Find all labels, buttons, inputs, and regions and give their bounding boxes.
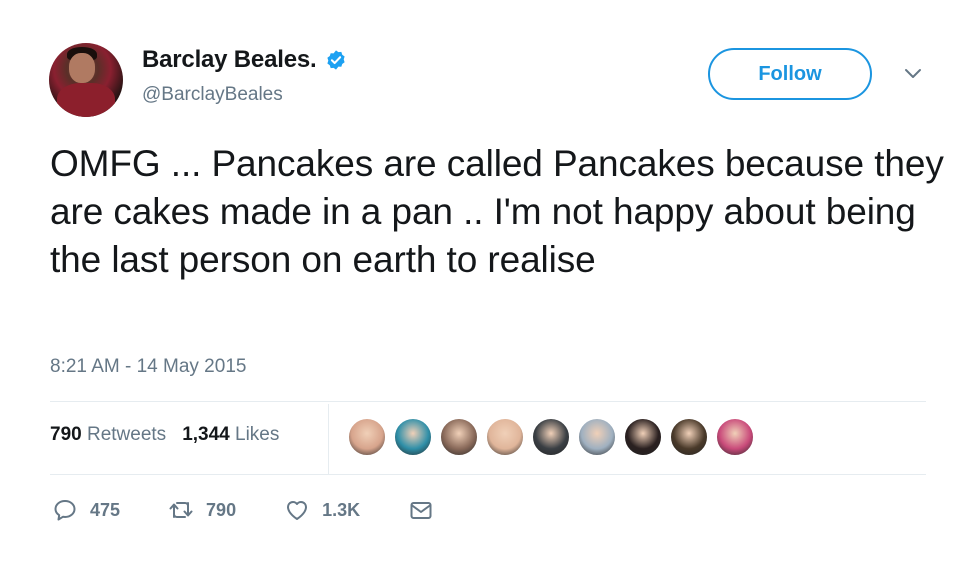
liker-avatar[interactable]	[670, 418, 708, 456]
liker-avatar[interactable]	[394, 418, 432, 456]
reply-count: 475	[90, 499, 121, 520]
like-count: 1.3K	[322, 499, 361, 520]
liker-avatar[interactable]	[440, 418, 478, 456]
liker-avatar[interactable]	[716, 418, 754, 456]
liker-avatar[interactable]	[348, 418, 386, 456]
stats-separator	[328, 404, 329, 474]
direct-message-icon	[410, 502, 432, 519]
reply-icon	[54, 500, 76, 521]
liker-avatar[interactable]	[624, 418, 662, 456]
verified-badge-icon	[327, 50, 346, 70]
profile-avatar[interactable]	[49, 43, 123, 117]
retweet-count: 790	[206, 499, 237, 520]
liker-avatar[interactable]	[486, 418, 524, 456]
retweet-button[interactable]: 790	[168, 497, 236, 523]
author-name[interactable]: Barclay Beales.	[142, 46, 317, 74]
chevron-down-icon[interactable]	[903, 66, 923, 82]
author-handle[interactable]: @BarclayBeales	[142, 84, 283, 106]
liker-avatar[interactable]	[532, 418, 570, 456]
tweet-timestamp[interactable]: 8:21 AM - 14 May 2015	[50, 356, 246, 378]
avatar-jacket	[57, 83, 115, 117]
reply-button[interactable]: 475	[52, 497, 120, 523]
liker-avatar[interactable]	[578, 418, 616, 456]
liker-avatars	[348, 418, 764, 456]
author-name-row: Barclay Beales.	[142, 46, 347, 74]
divider-bottom	[50, 474, 926, 475]
tweet-text: OMFG ... Pancakes are called Pancakes be…	[50, 143, 944, 280]
retweets-count: 790	[50, 424, 82, 445]
likes-label: Likes	[235, 424, 280, 445]
divider-top	[50, 401, 926, 402]
direct-message-button[interactable]	[408, 497, 434, 523]
retweets-stat[interactable]: 790 Retweets	[50, 424, 166, 446]
retweet-icon	[169, 502, 193, 518]
likes-stat[interactable]: 1,344 Likes	[182, 424, 279, 446]
likes-count: 1,344	[182, 424, 230, 445]
like-button[interactable]: 1.3K	[284, 497, 360, 523]
retweets-label: Retweets	[86, 424, 167, 445]
follow-button[interactable]: Follow	[708, 48, 872, 100]
like-icon	[287, 501, 308, 520]
tweet-stats: 790 Retweets 1,344 Likes	[50, 424, 295, 446]
tweet-actions: 475 790 1.3K	[52, 497, 482, 523]
avatar-face	[69, 53, 95, 83]
